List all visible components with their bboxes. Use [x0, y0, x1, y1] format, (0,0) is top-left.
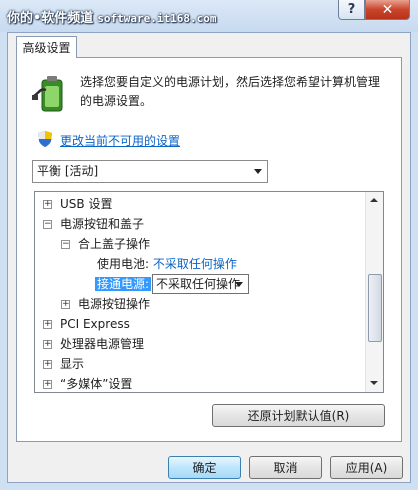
scroll-thumb[interactable]: [368, 274, 382, 342]
tree-item-plugged-in[interactable]: 接通电源:: [95, 274, 152, 294]
battery-power-icon: [32, 76, 63, 112]
scroll-up-button[interactable]: [366, 192, 383, 209]
uac-shield-icon: [38, 131, 52, 147]
watermark: 你的•软件频道 software.it168.com: [7, 7, 217, 26]
tab-label: 高级设置: [22, 41, 71, 55]
cancel-button[interactable]: 取消: [249, 456, 322, 479]
expand-icon[interactable]: +: [43, 320, 52, 329]
plugged-in-action-select[interactable]: 不采取任何操作: [152, 274, 249, 294]
arrow-down-icon: [370, 381, 378, 385]
power-plan-value: 平衡 [活动]: [37, 164, 99, 178]
tree-item-label: 电源按钮操作: [78, 297, 151, 311]
collapse-icon[interactable]: −: [43, 220, 52, 229]
help-button[interactable]: ?: [338, 0, 365, 20]
tab-advanced-settings[interactable]: 高级设置: [16, 36, 77, 58]
tree-item-label: 处理器电源管理: [60, 337, 145, 351]
ok-button[interactable]: 确定: [168, 456, 241, 479]
close-icon: ✕: [381, 1, 394, 18]
watermark-text: 你的•软件频道: [7, 11, 94, 26]
arrow-up-icon: [370, 198, 378, 202]
chevron-down-icon: [254, 169, 262, 174]
on-battery-label: 使用电池:: [97, 257, 150, 271]
ok-label: 确定: [192, 461, 217, 475]
chevron-down-icon: [235, 282, 243, 287]
plugged-in-label: 接通电源:: [95, 277, 152, 291]
cancel-label: 取消: [273, 461, 298, 475]
on-battery-value-link[interactable]: 不采取任何操作: [153, 257, 237, 271]
plugged-in-action-value: 不采取任何操作: [156, 277, 241, 291]
power-plan-select[interactable]: 平衡 [活动]: [32, 160, 268, 183]
restore-plan-defaults-button[interactable]: 还原计划默认值(R): [212, 404, 385, 427]
tree-item-label: 合上盖子操作: [78, 237, 151, 251]
tree-vertical-scrollbar[interactable]: [365, 192, 383, 392]
expand-icon[interactable]: +: [43, 360, 52, 369]
tree-item-label: 显示: [60, 357, 85, 371]
tree-item-label: 电源按钮和盖子: [60, 217, 145, 231]
plan-description: 选择您要自定义的电源计划，然后选择您希望计算机管理的电源设置。: [80, 75, 381, 108]
expand-icon[interactable]: +: [61, 300, 70, 309]
restore-label: 还原计划默认值(R): [247, 409, 350, 423]
tree-item-on-battery[interactable]: 使用电池: 不采取任何操作: [97, 254, 237, 274]
change-unavailable-settings-link[interactable]: 更改当前不可用的设置: [60, 132, 180, 149]
watermark-url: software.it168.com: [97, 12, 217, 25]
close-button[interactable]: ✕: [365, 0, 410, 20]
expand-icon[interactable]: +: [43, 200, 52, 209]
apply-label: 应用(A): [345, 461, 388, 475]
help-icon: ?: [347, 2, 356, 17]
tree-item-label: USB 设置: [60, 197, 113, 211]
collapse-icon[interactable]: −: [61, 240, 70, 249]
settings-tree[interactable]: + USB 设置 − 电源按钮和盖子 − 合上盖子操作 使用电池: 不采取任何操…: [34, 191, 384, 393]
scroll-down-button[interactable]: [366, 375, 383, 392]
apply-button[interactable]: 应用(A): [330, 456, 403, 479]
expand-icon[interactable]: +: [43, 380, 52, 389]
tree-item-label: PCI Express: [60, 317, 130, 331]
expand-icon[interactable]: +: [43, 340, 52, 349]
tree-item-label: “多媒体”设置: [60, 377, 133, 391]
